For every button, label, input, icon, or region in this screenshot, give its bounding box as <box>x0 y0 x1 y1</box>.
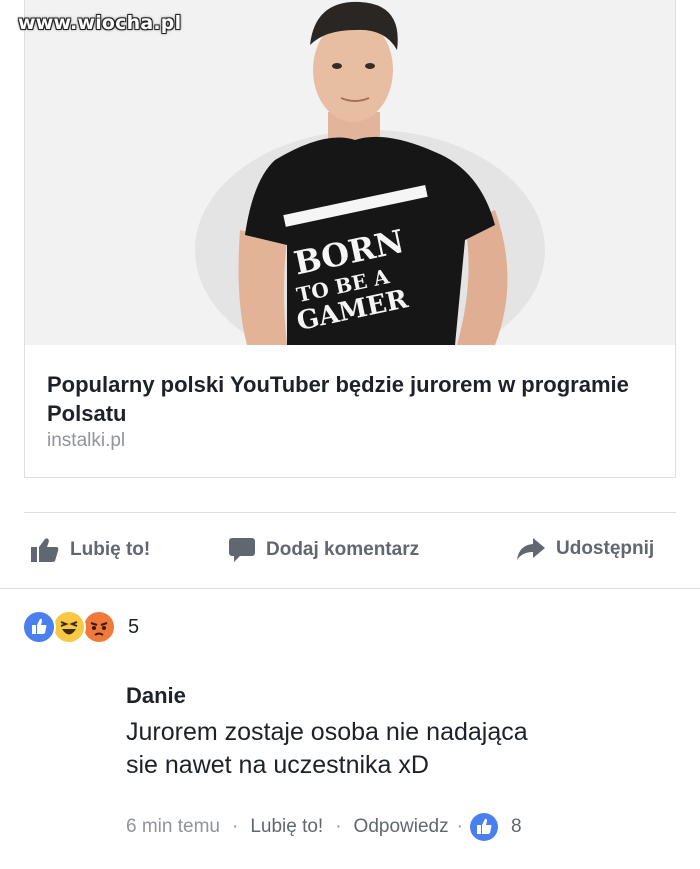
comment-like-count[interactable]: 8 <box>511 816 522 838</box>
thumbs-up-icon <box>30 537 60 563</box>
comment-like-link[interactable]: Lubię to! <box>250 816 323 838</box>
comment-label: Dodaj komentarz <box>266 539 420 560</box>
comment-button[interactable]: Dodaj komentarz <box>228 537 419 563</box>
author-name-redaction <box>187 683 348 709</box>
comment-bubble-icon <box>228 537 256 563</box>
link-preview-image: BORN TO BE A GAMER <box>25 0 675 345</box>
meta-separator: · <box>456 816 463 837</box>
comment-text-line-1: Jurorem zostaje osoba nie nadająca <box>126 718 528 746</box>
like-button[interactable]: Lubię to! <box>30 537 150 563</box>
comment-author[interactable]: Danie <box>126 682 186 710</box>
reactions-count: 5 <box>128 615 140 638</box>
reactions-summary[interactable]: 5 <box>22 610 139 644</box>
comment: Danie Jurorem zostaje osoba nie nadająca… <box>126 682 686 782</box>
meta-separator: · <box>335 816 342 837</box>
angry-reaction-icon <box>82 610 116 644</box>
action-bar: Lubię to! Dodaj komentarz Udostępnij <box>24 512 676 588</box>
share-arrow-icon <box>516 537 546 561</box>
watermark: www.wiocha.pl <box>18 12 182 34</box>
share-button[interactable]: Udostępnij <box>516 537 654 561</box>
comment-reply-link[interactable]: Odpowiedz <box>354 816 449 838</box>
comment-like-count-icon <box>469 812 499 842</box>
like-label: Lubię to! <box>70 539 151 560</box>
haha-reaction-icon <box>52 610 86 644</box>
comment-text-line-2: sie nawet na uczestnika xD <box>126 751 429 779</box>
comment-time[interactable]: 6 min temu <box>126 816 220 838</box>
share-label: Udostępnij <box>556 538 655 559</box>
divider <box>0 588 700 589</box>
link-domain: instalki.pl <box>47 430 126 451</box>
meta-separator: · <box>231 816 239 837</box>
comment-text: Jurorem zostaje osoba nie nadająca sie n… <box>126 716 686 782</box>
comment-meta: 6 min temu · Lubię to! · Odpowiedz · 8 <box>126 812 522 842</box>
like-reaction-icon <box>22 610 56 644</box>
link-title[interactable]: Popularny polski YouTuber będzie jurorem… <box>47 370 647 428</box>
link-preview-card[interactable]: BORN TO BE A GAMER Popularny polski YouT… <box>24 0 676 478</box>
